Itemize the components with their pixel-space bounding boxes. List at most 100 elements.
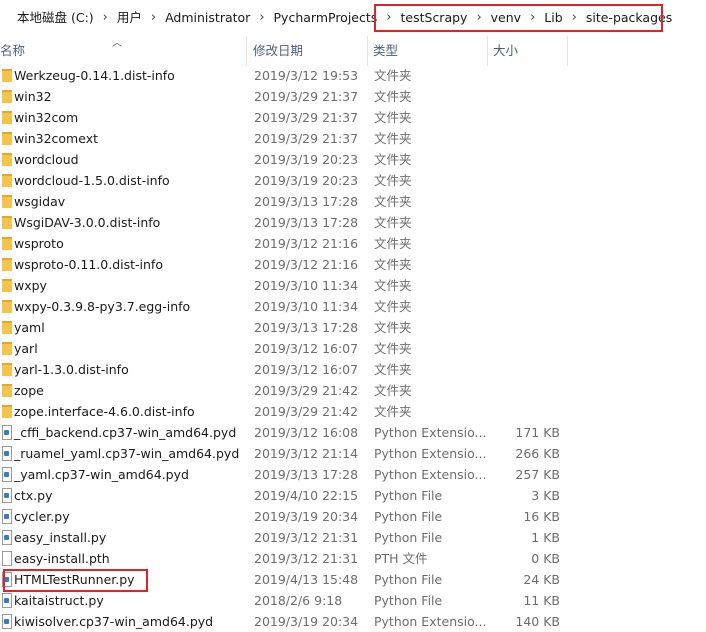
file-name: yarl-1.3.0.dist-info bbox=[14, 362, 129, 377]
file-name-cell: ctx.py bbox=[0, 485, 246, 506]
breadcrumb-site-packages[interactable]: site-packages bbox=[583, 9, 675, 27]
file-size bbox=[490, 170, 560, 191]
file-row[interactable]: yarl-1.3.0.dist-info 2019/3/12 16:07 文件夹 bbox=[0, 359, 706, 380]
file-date: 2019/3/10 11:34 bbox=[254, 278, 359, 293]
chevron-right-icon[interactable]: › bbox=[97, 9, 114, 27]
file-row[interactable]: win32com 2019/3/29 21:37 文件夹 bbox=[0, 107, 706, 128]
breadcrumb-testscrapy[interactable]: testScrapy bbox=[398, 9, 471, 27]
file-type: 文件夹 bbox=[374, 341, 412, 356]
file-date: 2019/3/29 21:37 bbox=[254, 110, 359, 125]
breadcrumb-administrator[interactable]: Administrator bbox=[162, 9, 253, 27]
file-type: 文件夹 bbox=[374, 194, 412, 209]
file-name: cycler.py bbox=[14, 509, 70, 524]
file-name: _ruamel_yaml.cp37-win_amd64.pyd bbox=[14, 446, 240, 461]
file-size: 0 KB bbox=[531, 551, 560, 566]
file-name-cell: _ruamel_yaml.cp37-win_amd64.pyd bbox=[0, 443, 246, 464]
file-date: 2019/3/13 17:28 bbox=[254, 215, 359, 230]
file-size: 24 KB bbox=[523, 572, 560, 587]
file-row[interactable]: easy_install.py 2019/3/12 21:31 Python Fil… bbox=[0, 527, 706, 548]
chevron-right-icon[interactable]: › bbox=[380, 9, 397, 27]
file-row[interactable]: Werkzeug-0.14.1.dist-info 2019/3/12 19:53… bbox=[0, 65, 706, 86]
file-row[interactable]: zope.interface-4.6.0.dist-info 2019/3/29 … bbox=[0, 401, 706, 422]
file-name-cell: wordcloud-1.5.0.dist-info bbox=[0, 170, 246, 191]
breadcrumb-pycharmprojects[interactable]: PycharmProjects bbox=[271, 9, 381, 27]
file-date: 2019/4/10 22:15 bbox=[254, 488, 359, 503]
file-type: Python File bbox=[374, 593, 443, 608]
file-row[interactable]: wsproto-0.11.0.dist-info 2019/3/12 21:16 文… bbox=[0, 254, 706, 275]
column-header-name[interactable]: 名称 bbox=[0, 36, 247, 66]
file-date: 2019/3/12 21:31 bbox=[254, 551, 359, 566]
file-row[interactable]: wxpy 2019/3/10 11:34 文件夹 bbox=[0, 275, 706, 296]
python-file-icon bbox=[2, 509, 12, 524]
file-row[interactable]: kaitaistruct.py 2018/2/6 9:18 Python File 1… bbox=[0, 590, 706, 611]
file-name-cell: kiwisolver.cp37-win_amd64.pyd bbox=[0, 611, 246, 632]
file-row[interactable]: zope 2019/3/29 21:42 文件夹 bbox=[0, 380, 706, 401]
file-name-cell: yarl-1.3.0.dist-info bbox=[0, 359, 246, 380]
file-type: 文件夹 bbox=[374, 362, 412, 377]
file-row[interactable]: wsgidav 2019/3/13 17:28 文件夹 bbox=[0, 191, 706, 212]
chevron-right-icon[interactable]: › bbox=[253, 9, 270, 27]
file-name-cell: zope.interface-4.6.0.dist-info bbox=[0, 401, 246, 422]
chevron-right-icon[interactable]: › bbox=[145, 9, 162, 27]
file-date: 2019/3/12 19:53 bbox=[254, 68, 359, 83]
file-size: 3 KB bbox=[531, 488, 560, 503]
file-name-cell: win32 bbox=[0, 86, 246, 107]
file-name-cell: zope bbox=[0, 380, 246, 401]
file-type: Python Extensio... bbox=[374, 614, 486, 629]
file-size: 257 KB bbox=[515, 467, 560, 482]
breadcrumb-users[interactable]: 用户 bbox=[114, 9, 145, 27]
file-row[interactable]: kiwisolver.cp37-win_amd64.pyd 2019/3/19 2… bbox=[0, 611, 706, 632]
file-row[interactable]: wxpy-0.3.9.8-py3.7.egg-info 2019/3/10 11:… bbox=[0, 296, 706, 317]
breadcrumb-local-disk[interactable]: 本地磁盘 (C:) bbox=[14, 9, 97, 27]
file-size bbox=[490, 233, 560, 254]
file-row[interactable]: ctx.py 2019/4/10 22:15 Python File 3 KB bbox=[0, 485, 706, 506]
file-name: HTMLTestRunner.py bbox=[14, 572, 135, 587]
file-row[interactable]: win32comext 2019/3/29 21:37 文件夹 bbox=[0, 128, 706, 149]
file-row[interactable]: _cffi_backend.cp37-win_amd64.pyd 2019/3/1… bbox=[0, 422, 706, 443]
file-name-cell: _yaml.cp37-win_amd64.pyd bbox=[0, 464, 246, 485]
file-type: 文件夹 bbox=[374, 404, 412, 419]
file-row[interactable]: HTMLTestRunner.py 2019/4/13 15:48 Python F… bbox=[0, 569, 706, 590]
file-row[interactable]: wordcloud 2019/3/19 20:23 文件夹 bbox=[0, 149, 706, 170]
file-name-cell: wxpy bbox=[0, 275, 246, 296]
file-date: 2018/2/6 9:18 bbox=[254, 593, 343, 608]
column-header-type[interactable]: 类型 bbox=[368, 36, 488, 66]
file-row[interactable]: wsproto 2019/3/12 21:16 文件夹 bbox=[0, 233, 706, 254]
file-name: wxpy-0.3.9.8-py3.7.egg-info bbox=[14, 299, 191, 314]
file-row[interactable]: wordcloud-1.5.0.dist-info 2019/3/19 20:23… bbox=[0, 170, 706, 191]
folder-icon bbox=[2, 384, 12, 397]
file-row[interactable]: easy-install.pth 2019/3/12 21:31 PTH 文件 0 K… bbox=[0, 548, 706, 569]
chevron-right-icon[interactable]: › bbox=[566, 9, 583, 27]
file-name: wordcloud bbox=[14, 152, 79, 167]
file-date: 2019/3/13 17:28 bbox=[254, 320, 359, 335]
file-type: 文件夹 bbox=[374, 152, 412, 167]
file-type: 文件夹 bbox=[374, 68, 412, 83]
file-date: 2019/3/13 17:28 bbox=[254, 467, 359, 482]
file-type: 文件夹 bbox=[374, 278, 412, 293]
file-row[interactable]: WsgiDAV-3.0.0.dist-info 2019/3/13 17:28 文件… bbox=[0, 212, 706, 233]
file-name: _cffi_backend.cp37-win_amd64.pyd bbox=[14, 425, 237, 440]
breadcrumb-lib[interactable]: Lib bbox=[541, 9, 565, 27]
file-size bbox=[490, 149, 560, 170]
chevron-right-icon[interactable]: › bbox=[470, 9, 487, 27]
file-name-cell: _cffi_backend.cp37-win_amd64.pyd bbox=[0, 422, 246, 443]
file-row[interactable]: _yaml.cp37-win_amd64.pyd 2019/3/13 17:28 P… bbox=[0, 464, 706, 485]
file-date: 2019/3/19 20:34 bbox=[254, 614, 359, 629]
file-row[interactable]: cycler.py 2019/3/19 20:34 Python File 16 KB bbox=[0, 506, 706, 527]
file-date: 2019/3/12 16:07 bbox=[254, 362, 359, 377]
file-name: WsgiDAV-3.0.0.dist-info bbox=[14, 215, 161, 230]
file-row[interactable]: yarl 2019/3/12 16:07 文件夹 bbox=[0, 338, 706, 359]
file-size bbox=[490, 338, 560, 359]
file-type: Python File bbox=[374, 488, 443, 503]
file-date: 2019/3/12 16:08 bbox=[254, 425, 359, 440]
column-header-size[interactable]: 大小 bbox=[488, 36, 568, 66]
breadcrumb-venv[interactable]: venv bbox=[488, 9, 524, 27]
file-row[interactable]: yaml 2019/3/13 17:28 文件夹 bbox=[0, 317, 706, 338]
chevron-right-icon[interactable]: › bbox=[524, 9, 541, 27]
file-date: 2019/3/29 21:37 bbox=[254, 89, 359, 104]
file-row[interactable]: win32 2019/3/29 21:37 文件夹 bbox=[0, 86, 706, 107]
file-row[interactable]: _ruamel_yaml.cp37-win_amd64.pyd 2019/3/12… bbox=[0, 443, 706, 464]
column-header-date[interactable]: 修改日期 bbox=[248, 36, 368, 66]
file-type: 文件夹 bbox=[374, 383, 412, 398]
folder-icon bbox=[2, 321, 12, 334]
